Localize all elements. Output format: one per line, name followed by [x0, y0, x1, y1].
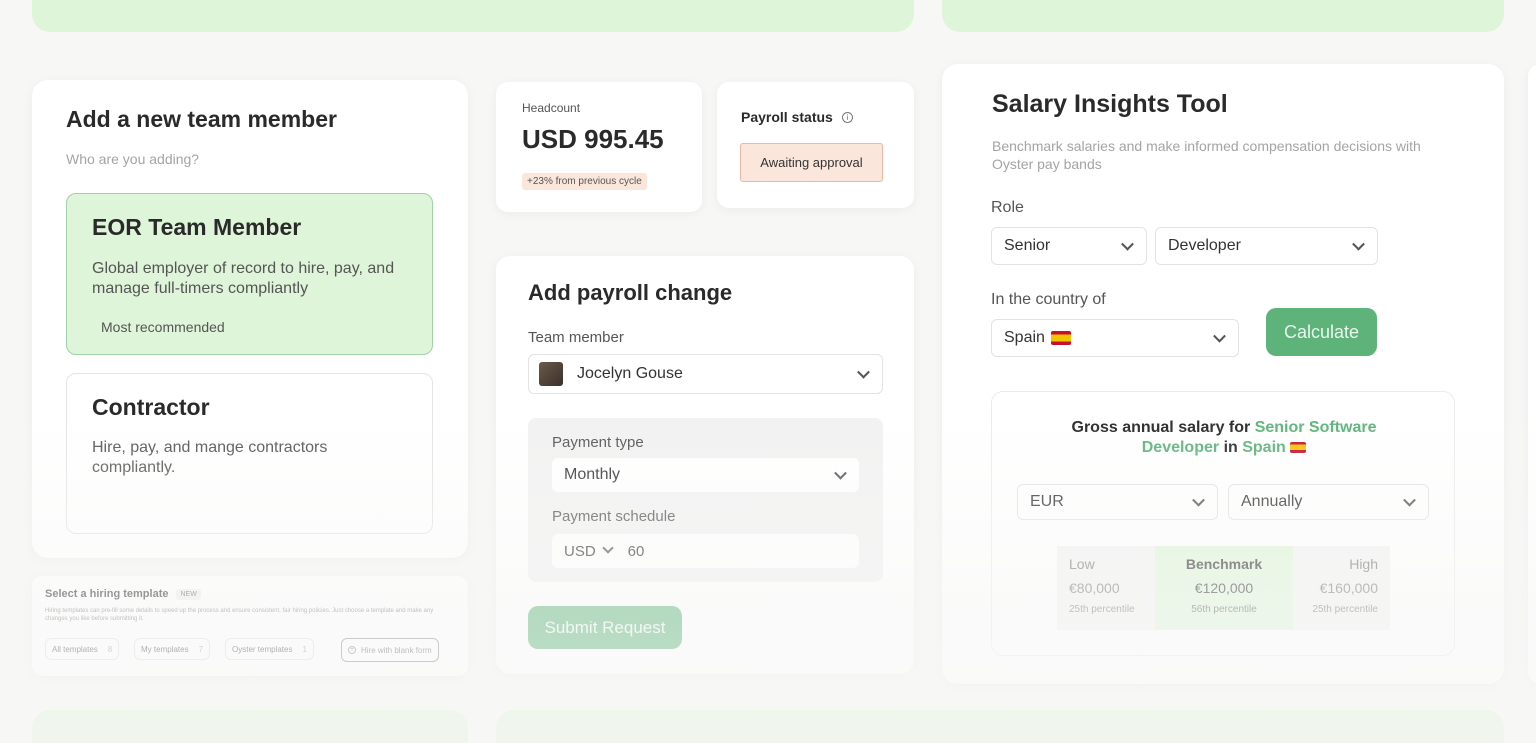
partial-edge-card: [1528, 64, 1536, 684]
chevron-down-icon: [1121, 237, 1134, 251]
add-member-title: Add a new team member: [66, 106, 337, 132]
eor-option-card[interactable]: EOR Team Member Global employer of recor…: [66, 193, 433, 355]
avatar: [539, 362, 563, 386]
hiring-template-card: Select a hiring template NEW Hiring temp…: [32, 576, 468, 676]
eor-title: EOR Team Member: [92, 214, 302, 240]
most-recommended-tag: Most recommended: [101, 319, 225, 335]
plus-circle-icon: +: [348, 646, 356, 654]
chevron-down-icon: [1213, 329, 1226, 343]
period-select[interactable]: Annually: [1228, 484, 1429, 520]
add-payroll-change-card: Add payroll change Team member Jocelyn G…: [496, 256, 914, 674]
add-team-member-card: Add a new team member Who are you adding…: [32, 80, 468, 558]
payment-schedule-input[interactable]: USD 60: [552, 534, 859, 568]
payment-section: Payment type Monthly Payment schedule US…: [528, 418, 883, 582]
result-heading: Gross annual salary for Senior Software …: [1071, 419, 1377, 456]
chevron-down-icon: [1403, 493, 1416, 507]
level-select[interactable]: Senior: [991, 227, 1147, 265]
band-low: Low €80,000 25th percentile: [1069, 556, 1135, 615]
band-benchmark: Benchmark €120,000 56th percentile: [1155, 546, 1293, 630]
salary-tool-title: Salary Insights Tool: [992, 90, 1228, 118]
country-highlight: Spain: [1242, 439, 1286, 456]
band-high: High €160,000 25th percentile: [1312, 556, 1378, 615]
eor-description: Global employer of record to hire, pay, …: [92, 260, 395, 297]
payment-type-select[interactable]: Monthly: [552, 458, 859, 492]
role-label: Role: [991, 199, 1024, 216]
payroll-change-title: Add payroll change: [528, 280, 733, 305]
chevron-down-icon: [834, 466, 847, 480]
submit-request-button[interactable]: Submit Request: [528, 606, 682, 649]
salary-bands: Low €80,000 25th percentile Benchmark €1…: [1057, 546, 1390, 630]
tab-all-templates[interactable]: All templates 8: [45, 638, 120, 660]
top-strip-left: [32, 0, 914, 32]
contractor-title: Contractor: [92, 394, 210, 420]
salary-result-panel: Gross annual salary for Senior Software …: [991, 391, 1455, 656]
payroll-status-card: Payroll status i Awaiting approval: [717, 82, 914, 208]
contractor-option-card[interactable]: Contractor Hire, pay, and mange contract…: [66, 373, 433, 534]
team-member-label: Team member: [528, 329, 624, 346]
add-member-subtitle: Who are you adding?: [66, 151, 200, 167]
bottom-strip-left: [32, 710, 468, 743]
calculate-button[interactable]: Calculate: [1266, 308, 1377, 356]
team-member-select[interactable]: Jocelyn Gouse: [528, 354, 883, 394]
contractor-description: Hire, pay, and mange contractors complia…: [92, 439, 328, 476]
payroll-status-label: Payroll status: [741, 109, 833, 125]
payment-schedule-label: Payment schedule: [552, 508, 676, 525]
headcount-label: Headcount: [522, 101, 581, 115]
chevron-down-icon: [857, 365, 870, 379]
hire-with-blank-form-button[interactable]: + Hire with blank form: [341, 638, 439, 662]
spain-flag-icon: [1050, 331, 1071, 345]
payment-type-label: Payment type: [552, 434, 644, 451]
salary-insights-card: Salary Insights Tool Benchmark salaries …: [942, 64, 1504, 684]
chevron-down-icon: [1352, 237, 1365, 251]
tab-my-templates[interactable]: My templates 7: [134, 638, 211, 660]
headcount-value: USD 995.45: [522, 124, 664, 154]
top-strip-right: [942, 0, 1504, 32]
currency-select[interactable]: USD: [564, 543, 596, 560]
country-label: In the country of: [991, 291, 1106, 308]
schedule-value[interactable]: 60: [628, 543, 645, 560]
payroll-status-badge: Awaiting approval: [740, 143, 883, 182]
role-select[interactable]: Developer: [1155, 227, 1378, 265]
info-icon[interactable]: i: [841, 111, 853, 123]
salary-tool-description: Benchmark salaries and make informed com…: [992, 138, 1421, 172]
bottom-strip-right: [496, 710, 1504, 743]
headcount-change-badge: +23% from previous cycle: [522, 173, 647, 190]
currency-select[interactable]: EUR: [1017, 484, 1218, 520]
hiring-template-title: Select a hiring template: [45, 588, 169, 600]
headcount-card: Headcount USD 995.45 +23% from previous …: [496, 82, 702, 212]
tab-oyster-templates[interactable]: Oyster templates 1: [225, 638, 314, 660]
country-select[interactable]: Spain: [991, 319, 1239, 357]
chevron-down-icon: [602, 542, 614, 554]
hiring-template-description: Hiring templates can pre-fill some detai…: [45, 608, 434, 622]
chevron-down-icon: [1192, 493, 1205, 507]
spain-flag-icon: [1290, 442, 1307, 454]
new-badge: NEW: [176, 588, 201, 600]
